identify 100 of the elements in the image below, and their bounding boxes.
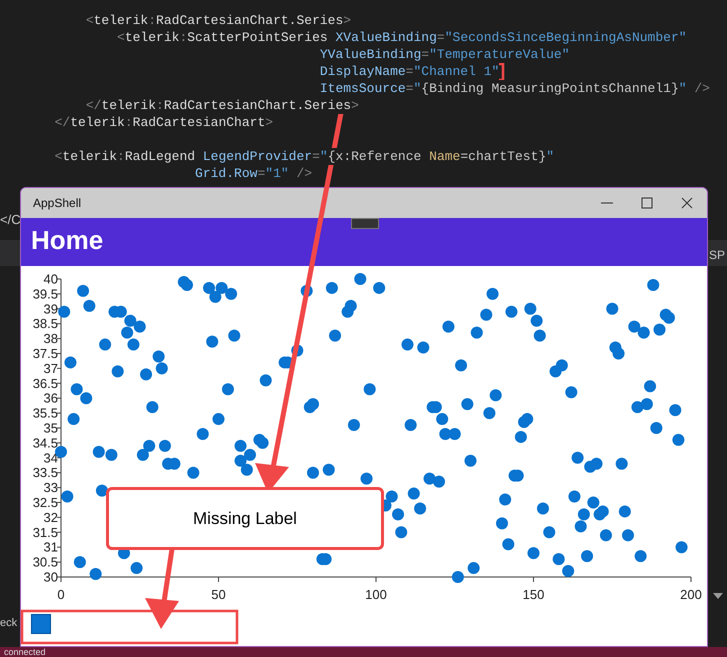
data-point — [307, 466, 319, 479]
caret-icon[interactable] — [712, 592, 724, 600]
data-point — [408, 488, 420, 500]
data-point — [414, 502, 426, 514]
data-point — [143, 440, 156, 452]
data-point — [640, 398, 653, 410]
y-tick-label: 38.5 — [32, 316, 58, 332]
data-point — [536, 502, 549, 514]
data-point — [386, 490, 398, 503]
data-point — [156, 362, 168, 374]
data-point — [404, 419, 417, 432]
data-point — [581, 550, 594, 562]
data-point — [587, 496, 600, 508]
x-tick-label: 100 — [365, 587, 387, 602]
data-point — [291, 344, 304, 357]
data-point — [490, 389, 502, 402]
data-point — [58, 306, 70, 318]
data-point — [442, 320, 454, 333]
data-point — [402, 338, 414, 351]
data-point — [187, 466, 200, 479]
y-tick-label: 38 — [44, 331, 58, 346]
data-point — [68, 413, 80, 426]
data-point — [228, 330, 240, 342]
data-point — [64, 356, 76, 368]
data-point — [496, 517, 508, 530]
data-point — [672, 434, 684, 446]
page-title: Home — [31, 224, 104, 257]
data-point — [326, 282, 338, 294]
y-tick-label: 34 — [44, 450, 58, 466]
y-tick-label: 33 — [44, 480, 58, 496]
data-point — [452, 571, 464, 583]
y-tick-label: 31 — [44, 540, 58, 555]
data-point — [181, 278, 193, 291]
x-tick-label: 200 — [680, 587, 702, 602]
data-point — [616, 458, 628, 470]
panel-tab-label[interactable]: SP — [709, 248, 726, 262]
y-tick-label: 35.5 — [32, 406, 58, 421]
data-point — [552, 553, 565, 566]
debug-toolbar-handle[interactable] — [351, 218, 379, 229]
data-point — [348, 419, 360, 432]
y-tick-label: 30 — [44, 570, 58, 584]
data-point — [590, 458, 602, 470]
data-point — [650, 422, 662, 434]
data-point — [134, 320, 146, 333]
data-point — [556, 359, 568, 372]
data-point — [528, 547, 540, 560]
y-tick-label: 39.5 — [32, 286, 58, 302]
data-point — [203, 282, 216, 294]
data-point — [168, 458, 180, 470]
y-tick-label: 35 — [44, 420, 58, 436]
data-point — [240, 464, 253, 476]
data-point — [631, 401, 644, 414]
data-point — [216, 282, 228, 294]
y-tick-label: 33.5 — [32, 465, 58, 480]
data-point — [470, 326, 483, 339]
data-point — [468, 562, 480, 574]
data-point — [628, 320, 640, 333]
data-point — [206, 336, 218, 348]
x-tick-label: 150 — [522, 587, 544, 602]
data-point — [514, 430, 527, 443]
data-point — [260, 374, 272, 386]
data-point — [360, 472, 373, 485]
data-point — [234, 440, 247, 452]
data-point — [530, 314, 543, 327]
data-point — [521, 413, 534, 426]
data-point — [146, 401, 158, 414]
y-tick-label: 32 — [44, 510, 58, 525]
data-point — [606, 302, 618, 315]
data-point — [373, 282, 386, 294]
data-point — [676, 541, 688, 554]
data-point — [433, 476, 445, 488]
data-point — [448, 428, 461, 440]
y-tick-label: 30.5 — [32, 554, 58, 570]
data-point — [140, 368, 152, 380]
y-tick-label: 31.5 — [32, 524, 58, 540]
data-point — [600, 529, 612, 542]
data-point — [654, 324, 666, 336]
data-point — [158, 440, 171, 452]
data-point — [455, 359, 468, 372]
data-point — [364, 383, 376, 396]
data-point — [572, 452, 584, 464]
data-point — [354, 273, 366, 285]
close-icon — [681, 197, 693, 209]
data-point — [480, 308, 492, 321]
data-point — [74, 556, 86, 568]
data-point — [662, 312, 675, 324]
data-point — [562, 565, 574, 578]
maximize-icon — [641, 197, 653, 209]
output-text: eck — [0, 616, 18, 630]
callout-box: Missing Label — [106, 487, 384, 550]
data-point — [90, 568, 102, 580]
data-point — [618, 505, 631, 518]
data-point — [92, 446, 105, 458]
data-point — [634, 550, 647, 562]
data-point — [196, 428, 209, 440]
data-point — [209, 290, 222, 303]
data-point — [574, 520, 587, 532]
data-point — [638, 326, 650, 339]
data-point — [464, 454, 476, 467]
data-point — [499, 494, 512, 506]
